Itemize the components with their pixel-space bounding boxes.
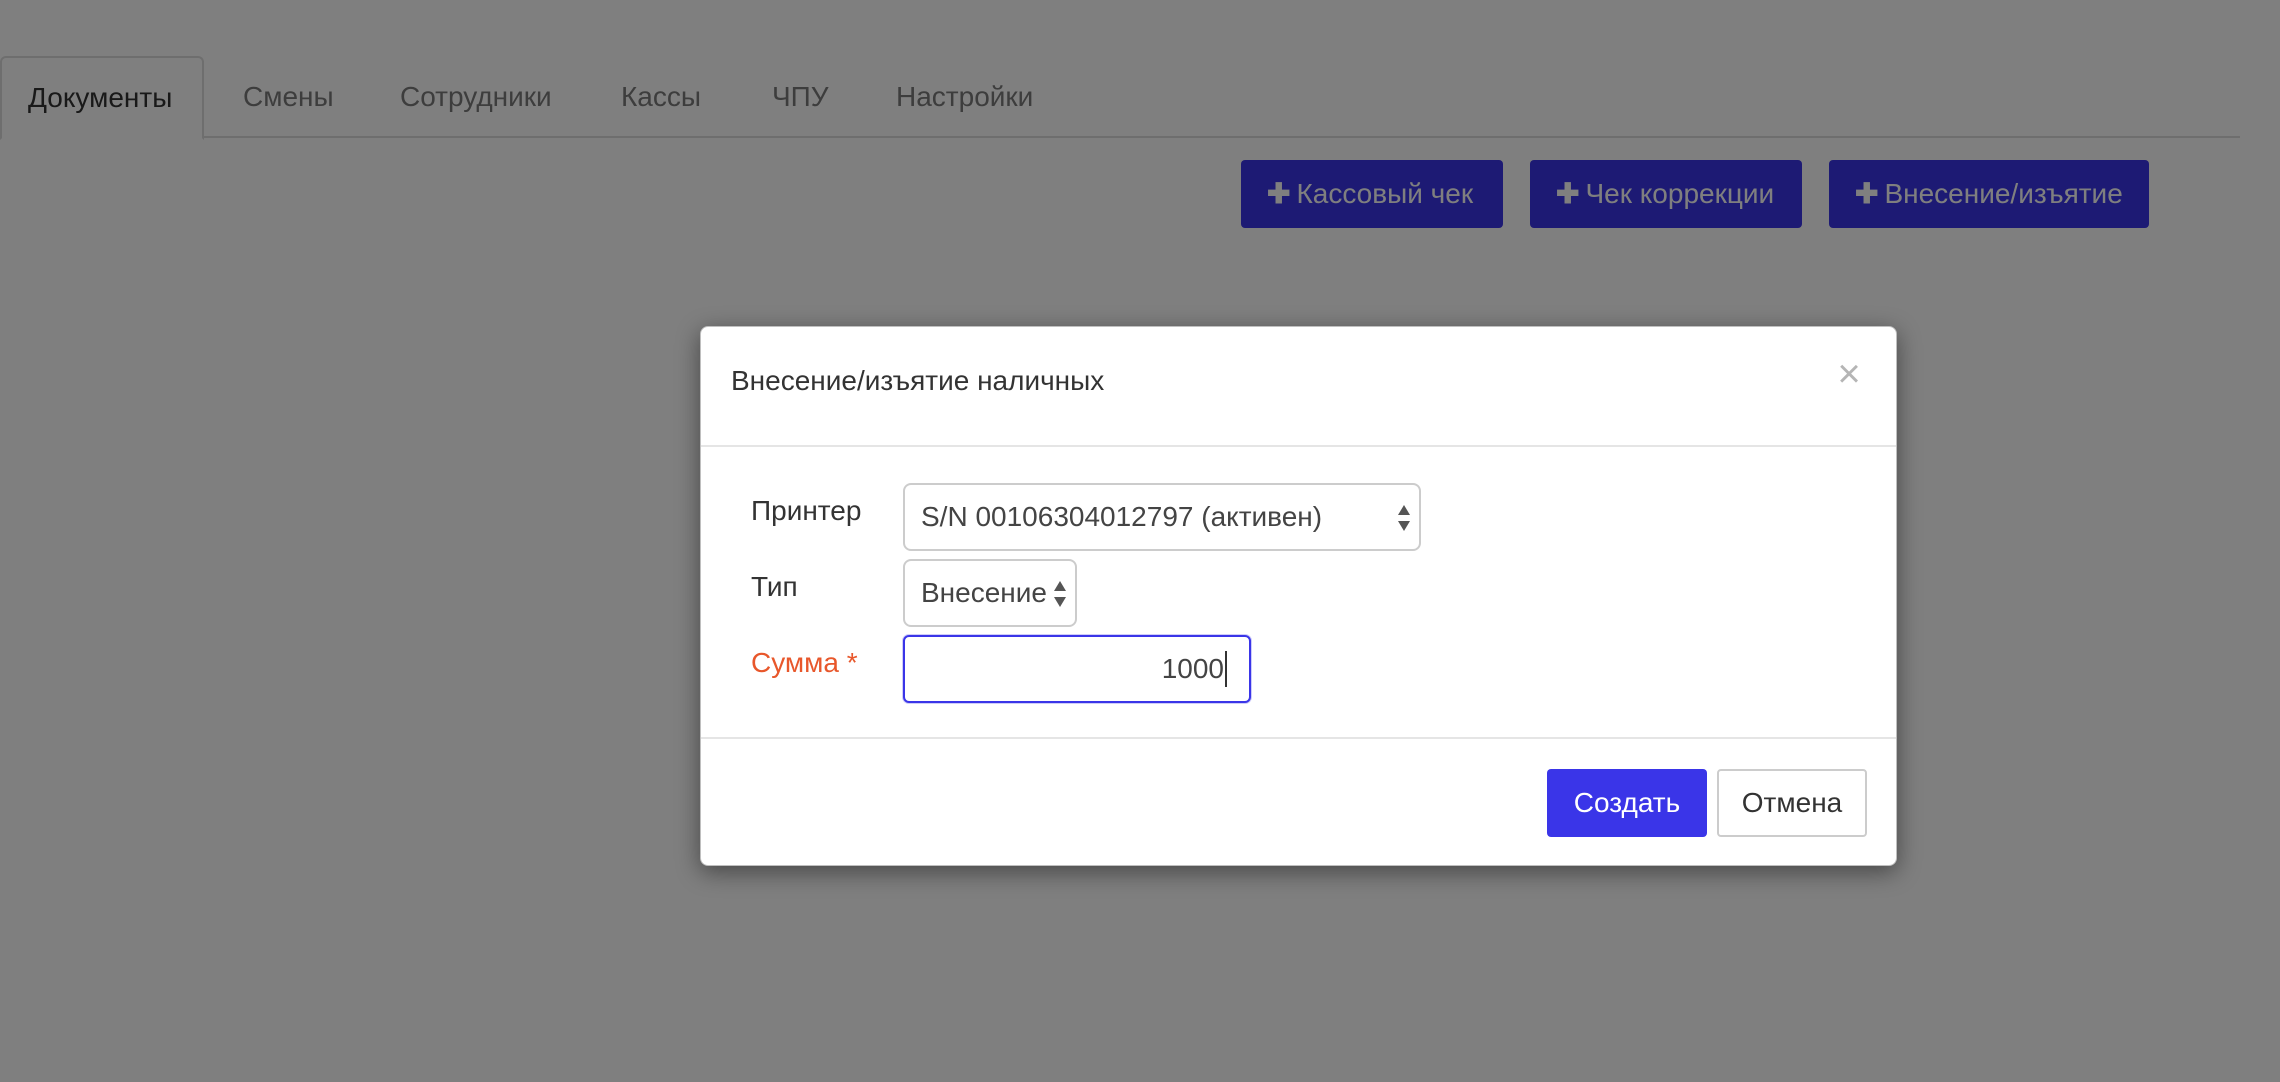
- dialog-header: Внесение/изъятие наличных ×: [701, 327, 1896, 447]
- amount-label: Сумма *: [751, 647, 858, 678]
- type-label: Тип: [751, 571, 798, 602]
- printer-row: Принтер S/N 00106304012797 (активен): [701, 483, 1896, 551]
- type-select[interactable]: Внесение: [903, 559, 1077, 627]
- select-arrows-icon: [1054, 581, 1066, 607]
- amount-input[interactable]: 1000: [903, 635, 1251, 703]
- amount-input-value: 1000: [1161, 653, 1224, 684]
- amount-row: Сумма * 1000: [701, 635, 1896, 703]
- type-row: Тип Внесение: [701, 559, 1896, 627]
- text-caret: [1225, 650, 1227, 687]
- cash-in-out-dialog: Внесение/изъятие наличных × Принтер S/N …: [700, 326, 1897, 866]
- dialog-footer: Создать Отмена: [701, 737, 1896, 865]
- printer-select-value: S/N 00106304012797 (активен): [921, 501, 1323, 532]
- cancel-button[interactable]: Отмена: [1717, 769, 1867, 837]
- printer-select[interactable]: S/N 00106304012797 (активен): [903, 483, 1421, 551]
- close-icon[interactable]: ×: [1832, 354, 1866, 394]
- printer-label: Принтер: [751, 495, 862, 526]
- type-select-value: Внесение: [921, 577, 1047, 608]
- create-button[interactable]: Создать: [1547, 769, 1707, 837]
- select-arrows-icon: [1398, 505, 1410, 531]
- dialog-title: Внесение/изъятие наличных: [731, 365, 1105, 396]
